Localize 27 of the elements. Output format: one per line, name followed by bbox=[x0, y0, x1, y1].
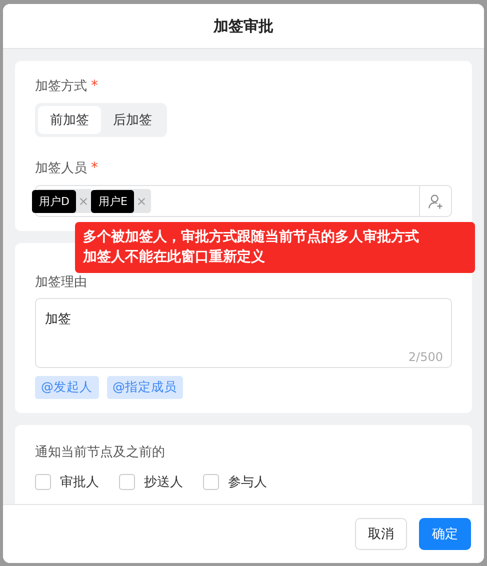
dialog-title: 加签审批 bbox=[214, 16, 274, 36]
checkbox[interactable] bbox=[119, 474, 135, 490]
segment-option[interactable]: 前加签 bbox=[38, 106, 101, 134]
field-label: 通知当前节点及之前的 bbox=[35, 445, 165, 460]
field-label: 加签理由 bbox=[35, 274, 87, 291]
checkbox-label: 参与人 bbox=[228, 474, 267, 491]
required-mark: * bbox=[91, 78, 98, 94]
tag-label: 用户D bbox=[32, 190, 76, 212]
field-label: 加签方式 bbox=[35, 78, 87, 95]
checkbox[interactable] bbox=[35, 474, 51, 490]
tooltip-text: 加签人不能在此窗口重新定义 bbox=[83, 248, 266, 267]
checkbox[interactable] bbox=[203, 474, 219, 490]
tooltip-text: 多个被加签人，审批方式跟随当前节点的多人审批方式 bbox=[83, 228, 420, 247]
checkbox-label: 审批人 bbox=[60, 474, 99, 491]
segment-option[interactable]: 后加签 bbox=[101, 106, 164, 134]
checkbox-label: 抄送人 bbox=[144, 474, 183, 491]
required-mark: * bbox=[91, 160, 98, 176]
field-label: 加签人员 bbox=[35, 160, 87, 177]
tag-label: 用户E bbox=[91, 190, 134, 212]
cancel-button[interactable]: 取消 bbox=[355, 518, 407, 550]
close-icon[interactable] bbox=[79, 196, 88, 206]
reason-text-area[interactable]: 加签 2/500 bbox=[35, 298, 452, 368]
add-user-icon bbox=[427, 192, 444, 210]
character-counter: 2/500 bbox=[408, 350, 443, 364]
confirm-button[interactable]: 确定 bbox=[419, 518, 471, 550]
member-select-field[interactable]: 用户D 用户E bbox=[35, 185, 452, 217]
close-icon[interactable] bbox=[137, 196, 146, 206]
